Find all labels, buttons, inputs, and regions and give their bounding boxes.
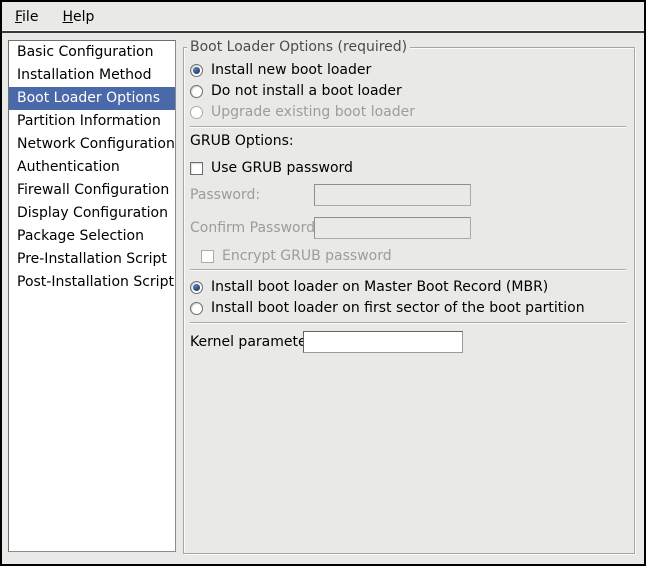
frame-title: Boot Loader Options (required) xyxy=(187,39,410,55)
radio-icon-do-not-install[interactable] xyxy=(190,85,203,98)
kernel-parameters-input[interactable] xyxy=(303,331,463,353)
radio-label-install-new-boot-loader[interactable]: Install new boot loader xyxy=(211,62,371,78)
radio-label-install-first-sector[interactable]: Install boot loader on first sector of t… xyxy=(211,300,585,316)
menu-file-label: ile xyxy=(22,9,38,25)
sidebar-item-package-selection[interactable]: Package Selection xyxy=(9,225,175,248)
sidebar-item-authentication[interactable]: Authentication xyxy=(9,156,175,179)
radio-icon-install-mbr[interactable] xyxy=(190,281,203,294)
menu-help[interactable]: Help xyxy=(55,6,101,28)
radio-icon-upgrade-existing xyxy=(190,106,203,119)
kernel-parameters-label: Kernel parameters: xyxy=(190,334,303,350)
radio-row-do-not-install[interactable]: Do not install a boot loader xyxy=(190,81,626,101)
menu-help-label: elp xyxy=(73,9,94,25)
radio-icon-install-first-sector[interactable] xyxy=(190,302,203,315)
radio-row-install-new-boot-loader[interactable]: Install new boot loader xyxy=(190,60,626,80)
sidebar-item-network-configuration[interactable]: Network Configuration xyxy=(9,133,175,156)
password-label: Password: xyxy=(190,187,314,203)
sidebar-item-post-installation-script[interactable]: Post-Installation Script xyxy=(9,271,175,294)
kernel-parameters-row: Kernel parameters: xyxy=(190,331,626,353)
sidebar-item-display-configuration[interactable]: Display Configuration xyxy=(9,202,175,225)
separator xyxy=(190,126,626,128)
password-field-row: Password: xyxy=(190,184,626,206)
checkbox-icon-use-grub-password[interactable] xyxy=(190,162,203,175)
sidebar-item-firewall-configuration[interactable]: Firewall Configuration xyxy=(9,179,175,202)
checkbox-label-encrypt-grub-password: Encrypt GRUB password xyxy=(222,248,392,264)
confirm-password-label: Confirm Password: xyxy=(190,220,314,236)
radio-label-do-not-install[interactable]: Do not install a boot loader xyxy=(211,83,402,99)
checkbox-row-encrypt-grub-password: Encrypt GRUB password xyxy=(201,247,626,265)
radio-row-upgrade-existing: Upgrade existing boot loader xyxy=(190,102,626,122)
grub-options-label: GRUB Options: xyxy=(190,133,626,150)
category-list: Basic Configuration Installation Method … xyxy=(8,40,176,552)
sidebar-item-pre-installation-script[interactable]: Pre-Installation Script xyxy=(9,248,175,271)
menu-file[interactable]: File xyxy=(8,6,45,28)
radio-label-install-mbr[interactable]: Install boot loader on Master Boot Recor… xyxy=(211,279,548,295)
password-input xyxy=(314,184,471,206)
kickstart-configurator-window: File Help Basic Configuration Installati… xyxy=(0,0,646,566)
sidebar-item-basic-configuration[interactable]: Basic Configuration xyxy=(9,41,175,64)
sidebar-item-installation-method[interactable]: Installation Method xyxy=(9,64,175,87)
radio-icon-install-new-boot-loader[interactable] xyxy=(190,64,203,77)
separator xyxy=(190,269,626,271)
sidebar-item-partition-information[interactable]: Partition Information xyxy=(9,110,175,133)
checkbox-label-use-grub-password[interactable]: Use GRUB password xyxy=(211,160,353,176)
checkbox-row-use-grub-password[interactable]: Use GRUB password xyxy=(190,159,626,177)
radio-row-install-first-sector[interactable]: Install boot loader on first sector of t… xyxy=(190,298,626,318)
confirm-password-field-row: Confirm Password: xyxy=(190,217,626,239)
menu-help-mnemonic: H xyxy=(62,9,73,25)
radio-row-install-mbr[interactable]: Install boot loader on Master Boot Recor… xyxy=(190,277,626,297)
separator xyxy=(190,322,626,324)
boot-loader-options-frame: Boot Loader Options (required) Install n… xyxy=(183,47,635,554)
radio-label-upgrade-existing: Upgrade existing boot loader xyxy=(211,104,415,120)
menu-file-mnemonic: F xyxy=(15,9,22,25)
confirm-password-input xyxy=(314,217,471,239)
sidebar-item-boot-loader-options[interactable]: Boot Loader Options xyxy=(9,87,175,110)
menubar: File Help xyxy=(2,2,644,33)
checkbox-icon-encrypt-grub-password xyxy=(201,250,214,263)
